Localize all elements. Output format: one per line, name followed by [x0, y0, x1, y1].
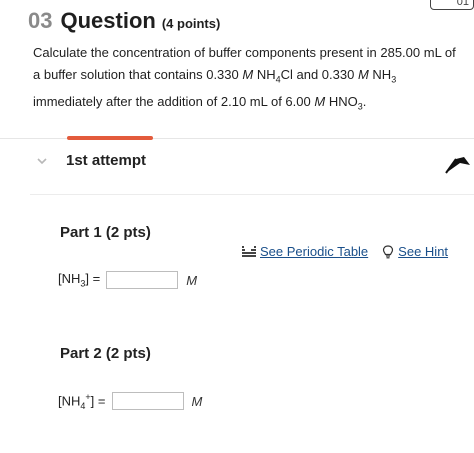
question-header: 03 Question (4 points)	[28, 8, 220, 34]
periodic-table-link[interactable]: See Periodic Table	[242, 244, 368, 259]
question-title: Question	[60, 8, 156, 33]
part-1-title: Part 1 (2 pts)	[60, 224, 151, 241]
nh4-concentration-input[interactable]	[111, 392, 184, 411]
flag-icon[interactable]	[444, 151, 472, 175]
active-attempt-indicator	[67, 136, 153, 140]
attempt-header[interactable]: 1st attempt	[36, 152, 146, 169]
hint-label[interactable]: See Hint	[398, 244, 448, 259]
periodic-table-icon	[242, 245, 256, 257]
part-1-unit: M	[186, 272, 198, 288]
tool-links: See Periodic Table See Hint	[242, 244, 448, 259]
part-1-label: [NH3] =	[58, 271, 101, 289]
part-2-label: [NH4+] =	[58, 392, 106, 411]
part-1-answer-row: [NH3] = M	[58, 271, 197, 289]
question-prompt: Calculate the concentration of buffer co…	[33, 45, 456, 112]
chevron-down-icon[interactable]	[36, 155, 48, 167]
nh3-concentration-input[interactable]	[106, 271, 179, 289]
lightbulb-icon	[383, 244, 394, 258]
hint-link[interactable]: See Hint	[382, 244, 448, 259]
question-points: (4 points)	[161, 16, 221, 31]
question-number: 03	[28, 8, 53, 33]
part-2-answer-row: [NH4+] = M	[58, 392, 202, 411]
top-right-badge: 01	[430, 0, 474, 10]
attempt-divider	[30, 194, 474, 195]
attempt-title: 1st attempt	[66, 152, 147, 169]
part-2-unit: M	[191, 393, 203, 409]
badge-text: 01	[456, 0, 469, 8]
periodic-table-label[interactable]: See Periodic Table	[260, 244, 368, 259]
part-2-title: Part 2 (2 pts)	[60, 345, 151, 362]
